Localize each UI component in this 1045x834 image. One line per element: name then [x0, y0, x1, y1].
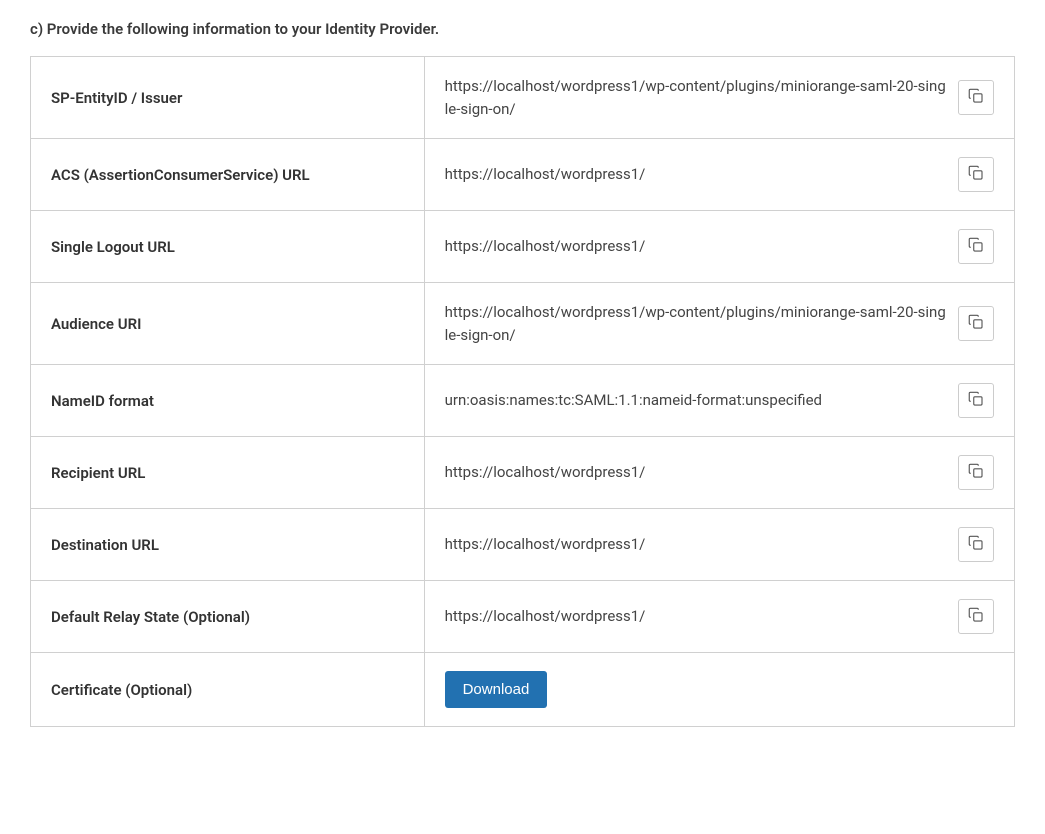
- copy-icon: [967, 164, 985, 185]
- section-title: c) Provide the following information to …: [30, 20, 1015, 38]
- copy-icon: [967, 313, 985, 334]
- table-row: ACS (AssertionConsumerService) URL https:…: [31, 139, 1015, 211]
- idp-info-table: SP-EntityID / Issuer https://localhost/wo…: [30, 56, 1015, 727]
- copy-icon: [967, 236, 985, 257]
- config-value-cell: https://localhost/wordpress1/: [424, 437, 1014, 509]
- config-label: Recipient URL: [31, 437, 425, 509]
- copy-icon: [967, 87, 985, 108]
- config-label: ACS (AssertionConsumerService) URL: [31, 139, 425, 211]
- config-value-cell: https://localhost/wordpress1/: [424, 581, 1014, 653]
- config-value: urn:oasis:names:tc:SAML:1.1:nameid-forma…: [445, 389, 946, 412]
- config-label: Certificate (Optional): [31, 653, 425, 727]
- table-row: Default Relay State (Optional) https://lo…: [31, 581, 1015, 653]
- config-value-cell: Download: [424, 653, 1014, 727]
- config-value-cell: https://localhost/wordpress1/wp-content/…: [424, 283, 1014, 365]
- download-button[interactable]: Download: [445, 671, 548, 708]
- copy-icon: [967, 534, 985, 555]
- config-value: https://localhost/wordpress1/: [445, 533, 946, 556]
- config-label: SP-EntityID / Issuer: [31, 57, 425, 139]
- table-row: Single Logout URL https://localhost/wordp…: [31, 211, 1015, 283]
- table-row: SP-EntityID / Issuer https://localhost/wo…: [31, 57, 1015, 139]
- config-label: Audience URI: [31, 283, 425, 365]
- config-label: Single Logout URL: [31, 211, 425, 283]
- config-value: https://localhost/wordpress1/: [445, 163, 946, 186]
- copy-button[interactable]: [958, 229, 994, 264]
- copy-icon: [967, 606, 985, 627]
- config-value: https://localhost/wordpress1/: [445, 235, 946, 258]
- config-value-cell: https://localhost/wordpress1/wp-content/…: [424, 57, 1014, 139]
- config-value: https://localhost/wordpress1/wp-content/…: [445, 75, 946, 120]
- table-row: Certificate (Optional) Download: [31, 653, 1015, 727]
- copy-button[interactable]: [958, 306, 994, 341]
- table-row: Destination URL https://localhost/wordpre…: [31, 509, 1015, 581]
- config-label: Destination URL: [31, 509, 425, 581]
- config-value: https://localhost/wordpress1/: [445, 461, 946, 484]
- table-row: Audience URI https://localhost/wordpress1…: [31, 283, 1015, 365]
- copy-button[interactable]: [958, 383, 994, 418]
- copy-button[interactable]: [958, 455, 994, 490]
- copy-button[interactable]: [958, 157, 994, 192]
- table-row: NameID format urn:oasis:names:tc:SAML:1.1…: [31, 365, 1015, 437]
- config-value-cell: https://localhost/wordpress1/: [424, 139, 1014, 211]
- config-value-cell: urn:oasis:names:tc:SAML:1.1:nameid-forma…: [424, 365, 1014, 437]
- copy-button[interactable]: [958, 80, 994, 115]
- config-value: https://localhost/wordpress1/: [445, 605, 946, 628]
- copy-button[interactable]: [958, 599, 994, 634]
- copy-icon: [967, 390, 985, 411]
- copy-button[interactable]: [958, 527, 994, 562]
- copy-icon: [967, 462, 985, 483]
- table-row: Recipient URL https://localhost/wordpress…: [31, 437, 1015, 509]
- config-label: NameID format: [31, 365, 425, 437]
- config-value-cell: https://localhost/wordpress1/: [424, 211, 1014, 283]
- config-value-cell: https://localhost/wordpress1/: [424, 509, 1014, 581]
- config-value: https://localhost/wordpress1/wp-content/…: [445, 301, 946, 346]
- config-label: Default Relay State (Optional): [31, 581, 425, 653]
